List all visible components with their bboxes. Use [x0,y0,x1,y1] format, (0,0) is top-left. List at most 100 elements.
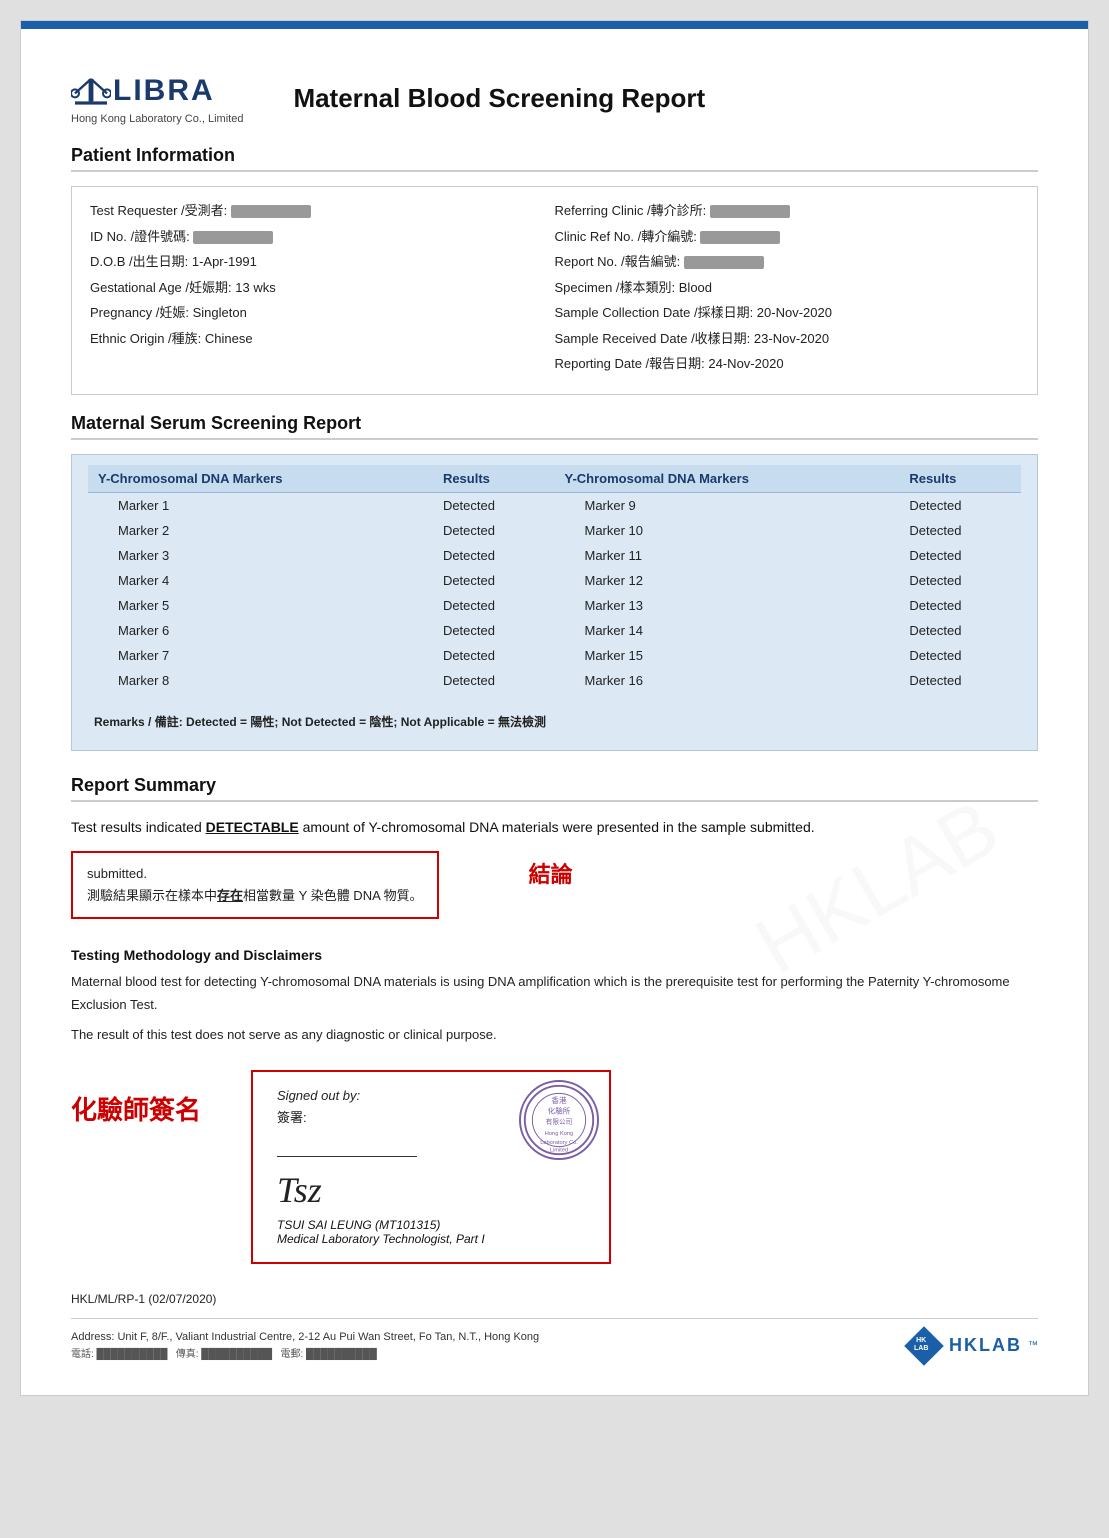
patient-row-requester: Test Requester /受測者: [90,201,555,221]
contact-line: 電話: ██████████ 傳真: ██████████ 電郵: ██████… [71,1345,539,1360]
clinic-label: Referring Clinic /轉介診所: [555,203,710,218]
sig-script: Tsz [277,1169,485,1212]
result-left-1: Detected [433,518,555,543]
result-left-3: Detected [433,568,555,593]
footer-ref: HKL/ML/RP-1 (02/07/2020) [71,1292,1038,1306]
result-left-0: Detected [433,492,555,518]
patient-row-gest: Gestational Age /妊娠期: 13 wks [90,278,555,298]
reportno-label: Report No. /報告編號: [555,254,684,269]
remarks: Remarks / 備註: Detected = 陽性; Not Detecte… [88,705,1021,734]
address-line: Address: Unit F, 8/F., Valiant Industria… [71,1331,539,1343]
summary-header: Report Summary [71,775,1038,802]
result-right-3: Detected [899,568,1021,593]
collection-value: 20-Nov-2020 [757,305,832,320]
summary-row: submitted. 測驗結果顯示在樣本中存在相當數量 Y 染色體 DNA 物質… [71,851,1038,929]
table-row: Marker 8 Detected Marker 16 Detected [88,668,1021,693]
logo-area: LIBRA Hong Kong Laboratory Co., Limited [71,71,243,125]
clinicref-label: Clinic Ref No. /轉介編號: [555,229,701,244]
patient-row-ethnic: Ethnic Origin /種族: Chinese [90,329,555,349]
table-row: Marker 2 Detected Marker 10 Detected [88,518,1021,543]
marker-right-6: Marker 15 [554,643,899,668]
company-logo: LIBRA [71,71,215,111]
dob-label: D.O.B /出生日期: [90,254,192,269]
signature-area: 化驗師簽名 Signed out by: 簽署: Tsz TSUI SAI LE… [71,1070,1038,1264]
result-left-5: Detected [433,618,555,643]
reporting-value: 24-Nov-2020 [708,356,783,371]
summary-box: submitted. 測驗結果顯示在樣本中存在相當數量 Y 染色體 DNA 物質… [71,851,439,919]
received-label: Sample Received Date /收樣日期: [555,331,754,346]
marker-left-1: Marker 2 [88,518,433,543]
stamp-svg: 香港 化驗所 有限公司 Hong Kong Laboratory Co. Lim… [521,1080,597,1160]
svg-text:Laboratory Co.: Laboratory Co. [540,1140,578,1146]
marker-right-2: Marker 11 [554,543,899,568]
marker-right-3: Marker 12 [554,568,899,593]
patient-info-header: Patient Information [71,145,1038,172]
col2-header: Results [433,465,555,493]
sig-line [277,1156,417,1157]
table-row: Marker 7 Detected Marker 15 Detected [88,643,1021,668]
svg-text:Limited: Limited [550,1147,568,1153]
methodology-title: Testing Methodology and Disclaimers [71,947,1038,963]
result-left-2: Detected [433,543,555,568]
box-en: submitted. [87,866,147,881]
screening-table-wrap: Y-Chromosomal DNA Markers Results Y-Chro… [71,454,1038,751]
hklab-logo: HKLAB HKLAB ™ [905,1327,1038,1365]
result-right-2: Detected [899,543,1021,568]
serum-screening-section: Maternal Serum Screening Report Y-Chromo… [71,413,1038,751]
patient-col-left: Test Requester /受測者: ID No. /證件號碼: D.O.B… [90,201,555,380]
libra-wordmark: LIBRA [113,74,215,108]
hklab-tm: ™ [1028,1340,1038,1351]
table-row: Marker 1 Detected Marker 9 Detected [88,492,1021,518]
hklab-diamond-text: HKLAB [914,1337,928,1352]
clinicref-value [700,231,780,244]
patient-row-preg: Pregnancy /妊娠: Singleton [90,303,555,323]
result-right-6: Detected [899,643,1021,668]
marker-right-0: Marker 9 [554,492,899,518]
header: LIBRA Hong Kong Laboratory Co., Limited … [71,71,1038,125]
requester-label: Test Requester /受測者: [90,203,231,218]
specimen-label: Specimen /樣本類別: [555,280,679,295]
patient-col-right: Referring Clinic /轉介診所: Clinic Ref No. /… [555,201,1020,380]
result-right-4: Detected [899,593,1021,618]
marker-left-7: Marker 8 [88,668,433,693]
sig-box: Signed out by: 簽署: Tsz TSUI SAI LEUNG (M… [251,1070,611,1264]
marker-right-4: Marker 13 [554,593,899,618]
marker-left-5: Marker 6 [88,618,433,643]
screening-table: Y-Chromosomal DNA Markers Results Y-Chro… [88,465,1021,693]
result-right-5: Detected [899,618,1021,643]
marker-right-5: Marker 14 [554,618,899,643]
svg-text:香港: 香港 [551,1095,567,1105]
footer-address-text: Address: Unit F, 8/F., Valiant Industria… [71,1331,539,1360]
detectable-label: DETECTABLE [206,819,299,835]
patient-row-collection: Sample Collection Date /採樣日期: 20-Nov-202… [555,303,1020,323]
preg-label: Pregnancy /妊娠: [90,305,193,320]
report-page: LIBRA Hong Kong Laboratory Co., Limited … [20,20,1089,1396]
marker-left-3: Marker 4 [88,568,433,593]
id-label: ID No. /證件號碼: [90,229,193,244]
marker-left-0: Marker 1 [88,492,433,518]
signed-out-by-en: Signed out by: [277,1088,485,1103]
col1-header: Y-Chromosomal DNA Markers [88,465,433,493]
result-right-1: Detected [899,518,1021,543]
svg-text:化驗所: 化驗所 [548,1105,571,1115]
svg-text:有限公司: 有限公司 [546,1117,573,1126]
libra-icon [71,71,111,111]
methodology-para2: The result of this test does not serve a… [71,1024,1038,1046]
footer-address: Address: Unit F, 8/F., Valiant Industria… [71,1318,1038,1365]
table-row: Marker 5 Detected Marker 13 Detected [88,593,1021,618]
summary-text-line1: Test results indicated DETECTABLE amount… [71,816,1038,840]
marker-left-2: Marker 3 [88,543,433,568]
signed-out-by-zh: 簽署: [277,1107,485,1126]
top-bar [21,21,1088,29]
conclusion-label: 結論 [529,857,573,889]
received-value: 23-Nov-2020 [754,331,829,346]
sig-stamp: 香港 化驗所 有限公司 Hong Kong Laboratory Co. Lim… [519,1080,599,1160]
patient-info-block: Test Requester /受測者: ID No. /證件號碼: D.O.B… [71,186,1038,395]
gest-value: 13 wks [235,280,275,295]
col3-header: Y-Chromosomal DNA Markers [554,465,899,493]
patient-row-received: Sample Received Date /收樣日期: 23-Nov-2020 [555,329,1020,349]
methodology-section: Testing Methodology and Disclaimers Mate… [71,947,1038,1045]
serum-screening-header: Maternal Serum Screening Report [71,413,1038,440]
marker-right-7: Marker 16 [554,668,899,693]
marker-right-1: Marker 10 [554,518,899,543]
